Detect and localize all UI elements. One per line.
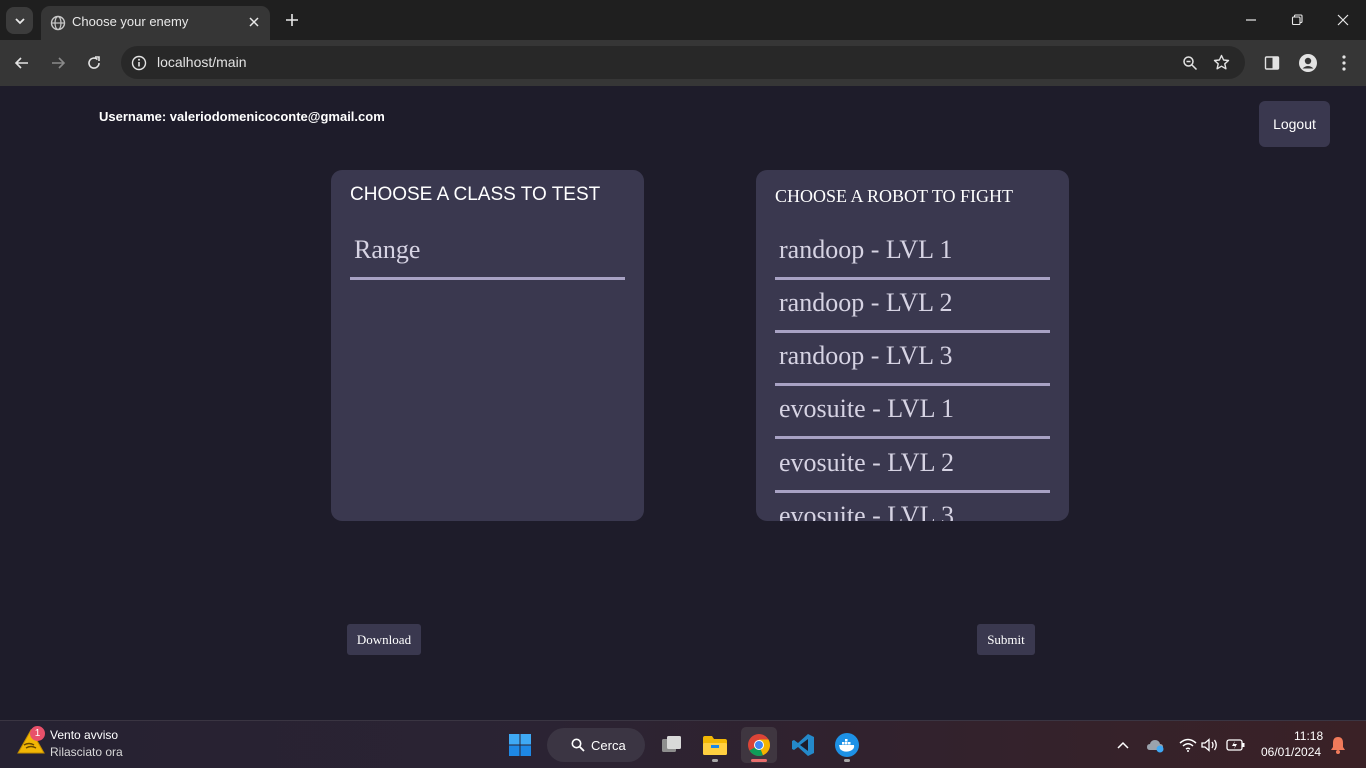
globe-icon <box>50 15 66 31</box>
tab-title: Choose your enemy <box>72 14 189 29</box>
windows-logo-icon <box>509 734 531 756</box>
windows-taskbar: 1 Vento avviso Rilasciato ora Cerca 11:1… <box>0 720 1366 768</box>
back-button[interactable] <box>8 49 36 77</box>
bell-icon <box>1331 737 1345 754</box>
menu-button[interactable] <box>1332 51 1356 75</box>
submit-button[interactable]: Submit <box>977 624 1035 655</box>
browser-tab-bar: Choose your enemy <box>0 0 1366 40</box>
zoom-icon <box>1182 55 1197 70</box>
running-indicator <box>844 759 850 762</box>
vscode-button[interactable] <box>785 727 821 763</box>
tab-search-button[interactable] <box>6 7 33 34</box>
search-label: Cerca <box>591 737 626 753</box>
chevron-down-icon <box>14 17 25 24</box>
robot-selection-panel[interactable]: CHOOSE A ROBOT TO FIGHT randoop - LVL 1 … <box>756 170 1069 521</box>
star-icon <box>1213 54 1230 70</box>
chevron-up-icon <box>1117 741 1129 749</box>
onedrive-button[interactable] <box>1146 735 1166 755</box>
zoom-button[interactable] <box>1179 52 1200 73</box>
wifi-button[interactable] <box>1178 735 1198 755</box>
bookmark-button[interactable] <box>1211 52 1232 73</box>
robot-option-evosuite-lvl2[interactable]: evosuite - LVL 2 <box>775 442 1050 493</box>
page-content: Username: valeriodomenicoconte@gmail.com… <box>0 86 1366 720</box>
class-panel-heading: CHOOSE A CLASS TO TEST <box>350 184 601 205</box>
notification-badge: 1 <box>30 726 45 741</box>
class-option-range[interactable]: Range <box>350 229 625 280</box>
browser-tab-active[interactable]: Choose your enemy <box>41 6 270 40</box>
battery-button[interactable] <box>1226 735 1246 755</box>
wifi-icon <box>1179 738 1197 752</box>
battery-charging-icon <box>1226 739 1245 751</box>
robot-option-evosuite-lvl3[interactable]: evosuite - LVL 3 <box>775 495 1050 521</box>
notifications-button[interactable] <box>1328 735 1348 755</box>
show-hidden-icons-button[interactable] <box>1113 735 1133 755</box>
browser-toolbar: localhost/main <box>0 40 1366 86</box>
taskbar-search[interactable]: Cerca <box>547 728 645 762</box>
reload-icon <box>88 56 100 69</box>
logout-button[interactable]: Logout <box>1259 101 1330 147</box>
tab-close-button[interactable] <box>244 12 264 32</box>
url-text[interactable]: localhost/main <box>157 54 247 70</box>
minimize-icon <box>1246 19 1256 21</box>
plus-icon <box>286 14 298 26</box>
forward-button[interactable] <box>44 49 72 77</box>
search-icon <box>571 738 585 752</box>
running-indicator <box>712 759 718 762</box>
more-vertical-icon <box>1342 55 1346 71</box>
restore-button[interactable] <box>1274 0 1320 40</box>
arrow-left-icon <box>14 57 28 69</box>
new-tab-button[interactable] <box>280 8 304 32</box>
robot-option-evosuite-lvl1[interactable]: evosuite - LVL 1 <box>775 388 1050 439</box>
docker-icon <box>835 733 859 757</box>
address-bar[interactable]: localhost/main <box>121 46 1245 79</box>
close-window-button[interactable] <box>1320 0 1366 40</box>
file-explorer-button[interactable] <box>697 727 733 763</box>
speaker-icon <box>1201 738 1217 752</box>
class-selection-panel: CHOOSE A CLASS TO TEST Range <box>331 170 644 521</box>
close-icon <box>1337 14 1349 26</box>
info-icon <box>131 55 146 70</box>
clock-time[interactable]: 11:18 <box>1294 729 1323 743</box>
avatar-icon <box>1299 54 1317 72</box>
start-button[interactable] <box>502 727 538 763</box>
profile-button[interactable] <box>1296 51 1320 75</box>
chrome-icon <box>748 734 770 756</box>
reload-button[interactable] <box>80 49 108 77</box>
robot-option-randoop-lvl1[interactable]: randoop - LVL 1 <box>775 229 1050 280</box>
weather-subtitle: Rilasciato ora <box>50 745 123 759</box>
folder-icon <box>703 736 727 755</box>
side-panel-icon <box>1264 56 1280 70</box>
minimize-button[interactable] <box>1228 0 1274 40</box>
chrome-button[interactable] <box>741 727 777 763</box>
username-label: Username: valeriodomenicoconte@gmail.com <box>99 109 385 124</box>
close-icon <box>249 17 259 27</box>
volume-button[interactable] <box>1200 735 1220 755</box>
active-indicator <box>751 759 767 762</box>
robot-option-randoop-lvl3[interactable]: randoop - LVL 3 <box>775 335 1050 386</box>
robot-panel-heading: CHOOSE A ROBOT TO FIGHT <box>775 186 1014 206</box>
task-view-icon <box>662 736 681 752</box>
side-panel-button[interactable] <box>1260 51 1284 75</box>
task-view-button[interactable] <box>653 727 689 763</box>
site-info-button[interactable] <box>129 53 148 72</box>
robot-option-randoop-lvl2[interactable]: randoop - LVL 2 <box>775 282 1050 333</box>
arrow-right-icon <box>52 57 66 69</box>
restore-icon <box>1291 14 1303 26</box>
clock-date[interactable]: 06/01/2024 <box>1261 745 1321 759</box>
vscode-icon <box>792 734 814 756</box>
download-button[interactable]: Download <box>347 624 421 655</box>
cloud-icon <box>1147 740 1164 753</box>
docker-button[interactable] <box>829 727 865 763</box>
weather-title: Vento avviso <box>50 728 119 742</box>
